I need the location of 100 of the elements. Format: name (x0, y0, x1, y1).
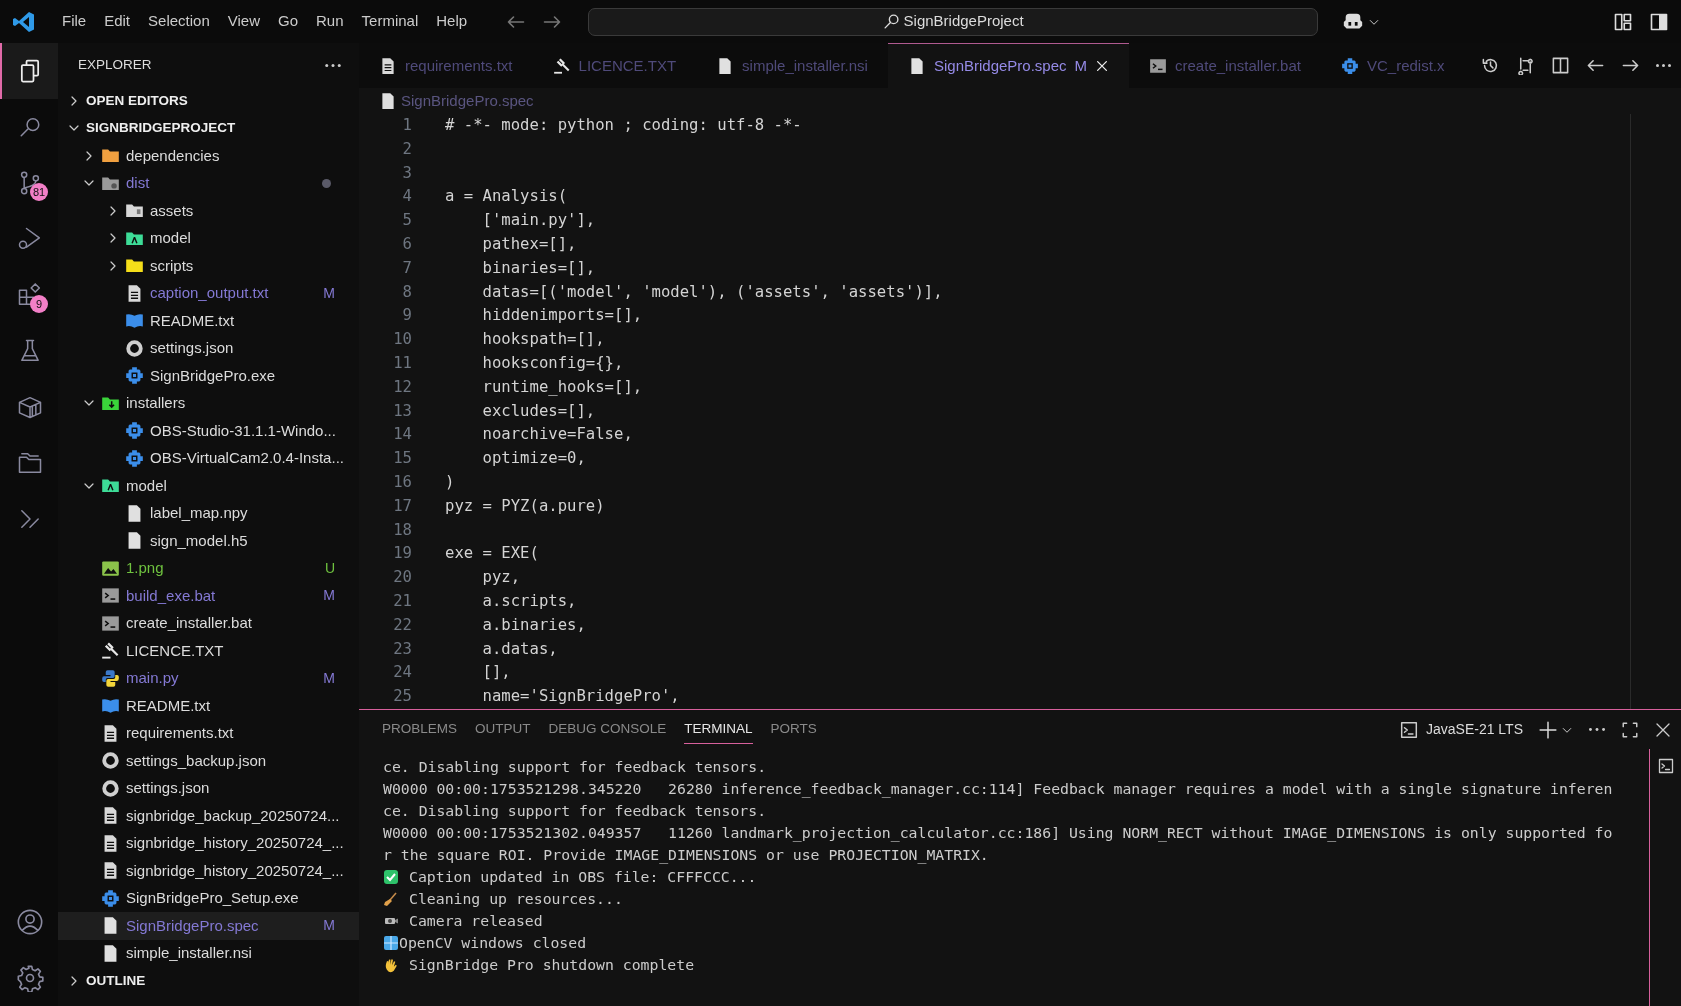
tree-item[interactable]: README.txt (58, 307, 359, 335)
menu-item[interactable]: Help (427, 6, 477, 37)
tree-item[interactable]: model (58, 472, 359, 500)
tree-item[interactable]: settings.json (58, 334, 359, 362)
menu-item[interactable]: View (218, 6, 269, 37)
line-number: 3 (401, 162, 412, 184)
settings-icon (16, 964, 44, 992)
tree-item[interactable]: build_exe.bat M (58, 582, 359, 610)
terminal-line: Camera released (409, 911, 543, 931)
tree-item[interactable]: sign_model.h5 (58, 527, 359, 555)
compare-button[interactable] (1516, 56, 1535, 75)
tree-item[interactable]: requirements.txt (58, 719, 359, 747)
tree-item[interactable]: OBS-Studio-31.1.1-Windo... (58, 417, 359, 445)
menu-item[interactable]: Terminal (352, 6, 428, 37)
tree-item[interactable]: assets (58, 197, 359, 225)
activity-bar-item[interactable]: 9 (0, 267, 58, 323)
line-number: 17 (392, 495, 412, 517)
tree-item[interactable]: OBS-VirtualCam2.0.4-Insta... (58, 444, 359, 472)
tree-item[interactable]: model (58, 224, 359, 252)
menu-item[interactable]: Edit (95, 6, 140, 37)
panel-tab[interactable]: OUTPUT (475, 714, 531, 745)
history-button[interactable] (1481, 56, 1500, 75)
history-icon (1481, 56, 1500, 75)
close-icon (1655, 721, 1671, 738)
tree-item[interactable]: dependencies (58, 142, 359, 170)
book-icon (101, 696, 120, 716)
editor-tab[interactable]: SignBridgePro.spec M (887, 43, 1130, 88)
tree-item[interactable]: signbridge_history_20250724_... (58, 857, 359, 885)
window-icon (383, 935, 399, 951)
section-header[interactable]: OUTLINE (58, 967, 359, 995)
tree-item[interactable]: LICENCE.TXT (58, 637, 359, 665)
terminal-line: W0000 00:00:1753521298.345220 26280 inference_feedback_manager.cc:114] Feedback manager requires a model with a single signature inferen (383, 779, 1613, 800)
section-header[interactable]: OPEN EDITORS (58, 87, 359, 115)
section-header[interactable]: SIGNBRIDGEPROJECT (58, 114, 359, 142)
menu-item[interactable]: Run (307, 6, 353, 37)
code-line: noarchive=False, (481, 424, 633, 446)
tree-item[interactable]: main.py M (58, 664, 359, 692)
panel-tab[interactable]: TERMINAL (684, 714, 753, 745)
menu-item[interactable]: Go (269, 6, 307, 37)
tree-item[interactable]: create_installer.bat (58, 609, 359, 637)
code-line: hooksconfig={}, (481, 352, 624, 374)
search-icon (882, 13, 900, 30)
line-number: 22 (392, 614, 412, 636)
panel-tab[interactable]: PORTS (770, 714, 817, 745)
line-number: 7 (401, 257, 412, 279)
code-line: optimize=0, (481, 448, 586, 470)
tree-item[interactable]: caption_output.txt M (58, 279, 359, 307)
tree-item[interactable]: SignBridgePro.spec M (58, 912, 359, 940)
terminal-icon (1149, 57, 1168, 75)
tree-item[interactable]: installers (58, 389, 359, 417)
more-actions-button[interactable] (325, 63, 341, 67)
count-badge: 9 (30, 295, 48, 313)
ring-icon (125, 338, 144, 358)
tree-item[interactable]: simple_installer.nsi (58, 939, 359, 967)
new-terminal-button[interactable] (1539, 720, 1573, 739)
line-number: 20 (392, 567, 412, 589)
gear-icon (101, 888, 120, 908)
panel-tab[interactable]: DEBUG CONSOLE (548, 714, 667, 745)
gear-icon (125, 448, 144, 468)
sidebar-toggle-button[interactable] (1649, 11, 1669, 32)
more-icon (1589, 728, 1605, 731)
layout-button[interactable] (1613, 11, 1633, 32)
code-line: ) (445, 471, 455, 493)
more-icon (325, 63, 341, 67)
tree-item[interactable]: README.txt (58, 692, 359, 720)
split-editor-button[interactable] (1551, 56, 1570, 75)
gavel-icon (552, 57, 571, 75)
activity-bar-item[interactable] (0, 43, 58, 99)
more-actions-button[interactable] (1589, 728, 1605, 731)
tree-item[interactable]: label_map.npy (58, 499, 359, 527)
terminal-icon (1400, 720, 1418, 739)
maximize-button[interactable] (1621, 720, 1639, 739)
tree-item[interactable]: signbridge_backup_20250724... (58, 802, 359, 830)
activity-bar-item[interactable]: 81 (0, 155, 58, 211)
menu-item[interactable]: File (53, 6, 96, 37)
terminal-icon (101, 586, 120, 606)
account-icon (16, 908, 44, 936)
terminal-tab[interactable] (1657, 757, 1674, 775)
python-icon (101, 668, 120, 688)
count-badge: 81 (30, 183, 48, 201)
more-button[interactable] (1656, 64, 1671, 67)
tree-item[interactable]: signbridge_history_20250724_... (58, 829, 359, 857)
close-button[interactable] (1655, 721, 1671, 738)
tree-item[interactable]: SignBridgePro_Setup.exe (58, 884, 359, 912)
check-icon (383, 869, 399, 885)
terminal-profile-button[interactable]: JavaSE-21 LTS (1400, 719, 1523, 740)
command-center[interactable]: SignBridgeProject (588, 7, 1319, 36)
line-number: 11 (392, 352, 412, 374)
tree-item[interactable]: settings.json (58, 774, 359, 802)
tree-item[interactable]: scripts (58, 252, 359, 280)
tree-item[interactable]: SignBridgePro.exe (58, 362, 359, 390)
line-number: 2 (401, 138, 412, 160)
tree-item[interactable]: 1.png U (58, 554, 359, 582)
tree-item[interactable]: dist (58, 169, 359, 197)
panel-tab[interactable]: PROBLEMS (382, 714, 458, 745)
code-line: hookspath=[], (481, 329, 605, 351)
line-number: 25 (392, 686, 412, 708)
menu-item[interactable]: Selection (139, 6, 219, 37)
gear-icon (125, 421, 144, 441)
tree-item[interactable]: settings_backup.json (58, 747, 359, 775)
